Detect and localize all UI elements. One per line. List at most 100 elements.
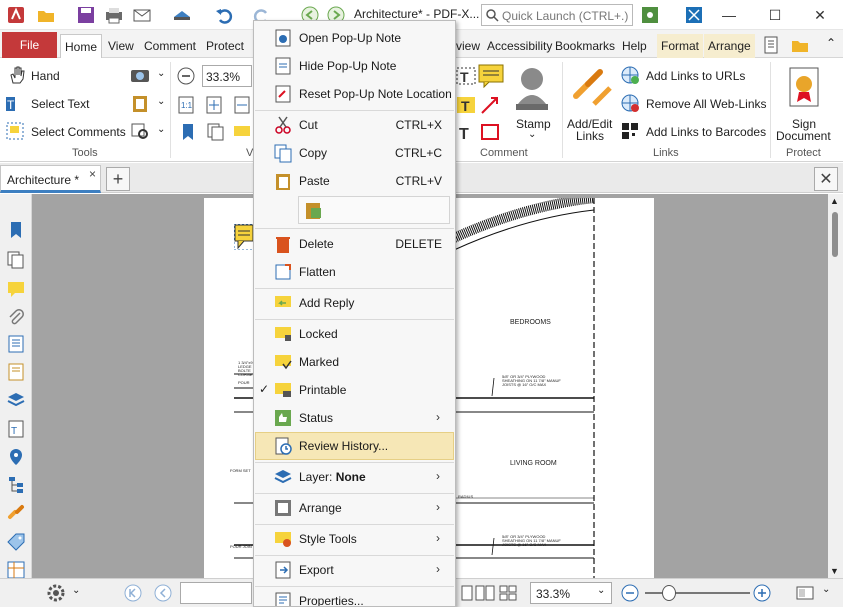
tab-home[interactable]: Home (60, 34, 103, 58)
zoom-slider-knob[interactable] (662, 585, 676, 601)
scroll-thumb[interactable] (832, 212, 838, 257)
bookmark-icon[interactable] (178, 122, 198, 142)
menu-item-flatten[interactable]: Flatten (255, 258, 454, 286)
chevron-down-icon[interactable]: ⌄ (157, 124, 165, 135)
typewriter-icon[interactable]: T (456, 66, 476, 86)
menu-item-export[interactable]: Export › (255, 556, 454, 584)
tab-bookmarks[interactable]: Bookmarks (551, 34, 619, 58)
ribbon-zoom-input[interactable]: 33.3% (202, 65, 252, 87)
quick-launch-input[interactable]: Quick Launch (CTRL+.) (481, 4, 633, 26)
chevron-down-icon[interactable]: ⌄ (157, 96, 165, 107)
zoom-out-icon[interactable] (620, 583, 640, 603)
comments-icon[interactable] (6, 279, 26, 299)
minimize-button[interactable]: — (706, 0, 752, 30)
zoom-out-icon[interactable] (176, 66, 196, 86)
layout-toggle-icon[interactable] (795, 583, 815, 603)
tags-icon[interactable]: T (6, 419, 26, 439)
folder-settings-icon[interactable] (790, 35, 810, 55)
fullscreen-icon[interactable] (684, 5, 704, 25)
chevron-down-icon[interactable]: ⌄ (157, 68, 165, 79)
pages-icon[interactable] (206, 122, 226, 142)
vertical-scrollbar[interactable]: ▲ ▼ (828, 194, 843, 582)
settings-icon[interactable] (640, 5, 660, 25)
zoom-slider-track[interactable] (645, 592, 750, 594)
print-icon[interactable] (104, 5, 124, 25)
chevron-down-icon[interactable]: ⌄ (822, 584, 830, 595)
links-icon[interactable] (6, 503, 26, 523)
close-document-button[interactable]: ✕ (814, 167, 838, 191)
undo-icon[interactable] (214, 5, 234, 25)
zoom-level-select[interactable]: 33.3% ⌄ (530, 582, 612, 604)
tag-icon[interactable] (6, 532, 26, 552)
comments-pane-icon[interactable] (232, 122, 252, 142)
new-tab-button[interactable]: + (106, 167, 130, 191)
menu-item-copy[interactable]: Copy CTRL+C (255, 139, 454, 167)
scroll-down-icon[interactable]: ▼ (830, 566, 839, 576)
tab-accessibility[interactable]: Accessibility (483, 34, 556, 58)
menu-item-arrange[interactable]: Arrange › (255, 494, 454, 522)
gear-icon[interactable] (46, 583, 66, 603)
sign-document-line2[interactable]: Document (776, 129, 831, 143)
menu-item-review-history[interactable]: Review History... (255, 432, 454, 460)
text-box-icon[interactable]: T (456, 95, 476, 115)
save-icon[interactable] (76, 5, 96, 25)
menu-item-delete[interactable]: Delete DELETE (255, 230, 454, 258)
bookmark-icon[interactable] (6, 220, 26, 240)
callout-icon[interactable]: T (456, 122, 476, 142)
structure-icon[interactable] (6, 475, 26, 495)
document-options-icon[interactable] (762, 35, 782, 55)
chevron-down-icon[interactable]: ⌄ (72, 585, 80, 596)
menu-item-printable[interactable]: ✓ Printable (255, 376, 454, 404)
content-icon[interactable] (6, 334, 26, 354)
tab-file[interactable]: File (2, 32, 57, 58)
menu-item-locked[interactable]: Locked (255, 320, 454, 348)
close-window-button[interactable]: ✕ (797, 0, 843, 30)
destinations-icon[interactable] (6, 362, 26, 382)
actual-size-icon[interactable]: 1:1 (176, 95, 196, 115)
menu-item-open-popup-note[interactable]: Open Pop-Up Note (255, 24, 454, 52)
add-edit-links-line2[interactable]: Links (576, 129, 604, 143)
menu-item-style-tools[interactable]: Style Tools › (255, 525, 454, 553)
close-tab-icon[interactable]: × (89, 167, 96, 181)
tab-view[interactable]: View (104, 34, 138, 58)
zoom-in-icon[interactable] (752, 583, 772, 603)
layers-icon[interactable] (6, 390, 26, 410)
menu-item-properties[interactable]: Properties... (255, 587, 454, 606)
location-icon[interactable] (6, 447, 26, 467)
page-number-input[interactable] (180, 582, 252, 604)
rectangle-tool-icon[interactable] (480, 122, 500, 142)
menu-item-add-reply[interactable]: Add Reply (255, 289, 454, 317)
tab-help[interactable]: Help (618, 34, 651, 58)
paste-as-image-button[interactable] (298, 196, 450, 224)
fit-page-icon[interactable] (204, 95, 224, 115)
open-folder-icon[interactable] (36, 5, 56, 25)
tab-review[interactable]: view (452, 34, 484, 58)
first-page-icon[interactable] (124, 584, 142, 602)
clipboard-icon[interactable] (130, 93, 150, 113)
tab-arrange[interactable]: Arrange (704, 34, 755, 58)
tab-protect[interactable]: Protect (202, 34, 248, 58)
add-links-to-urls-button[interactable]: Add Links to URLs (646, 69, 745, 83)
scanner-icon[interactable] (172, 5, 192, 25)
menu-item-hide-popup-note[interactable]: Hide Pop-Up Note (255, 52, 454, 80)
page-layout-icons[interactable] (460, 583, 520, 603)
scroll-up-icon[interactable]: ▲ (830, 196, 839, 206)
arrow-tool-icon[interactable] (480, 95, 500, 115)
menu-item-marked[interactable]: Marked (255, 348, 454, 376)
menu-item-layer[interactable]: Layer: None › (255, 463, 454, 491)
select-comments-tool[interactable]: Select Comments (31, 125, 126, 139)
chevron-down-icon[interactable]: ⌄ (528, 129, 536, 140)
previous-page-icon[interactable] (154, 584, 172, 602)
maximize-button[interactable]: ☐ (752, 0, 798, 30)
tab-comment[interactable]: Comment (140, 34, 200, 58)
hand-tool[interactable]: Hand (31, 69, 60, 83)
email-icon[interactable] (132, 5, 152, 25)
menu-item-paste[interactable]: Paste CTRL+V (255, 167, 454, 195)
snapshot-icon[interactable] (130, 65, 150, 85)
menu-item-reset-popup-note-location[interactable]: Reset Pop-Up Note Location (255, 80, 454, 108)
tools-icon[interactable] (6, 560, 26, 580)
menu-item-cut[interactable]: Cut CTRL+X (255, 111, 454, 139)
menu-item-status[interactable]: Status › (255, 404, 454, 432)
select-text-tool[interactable]: Select Text (31, 97, 89, 111)
attachments-icon[interactable] (6, 307, 26, 327)
